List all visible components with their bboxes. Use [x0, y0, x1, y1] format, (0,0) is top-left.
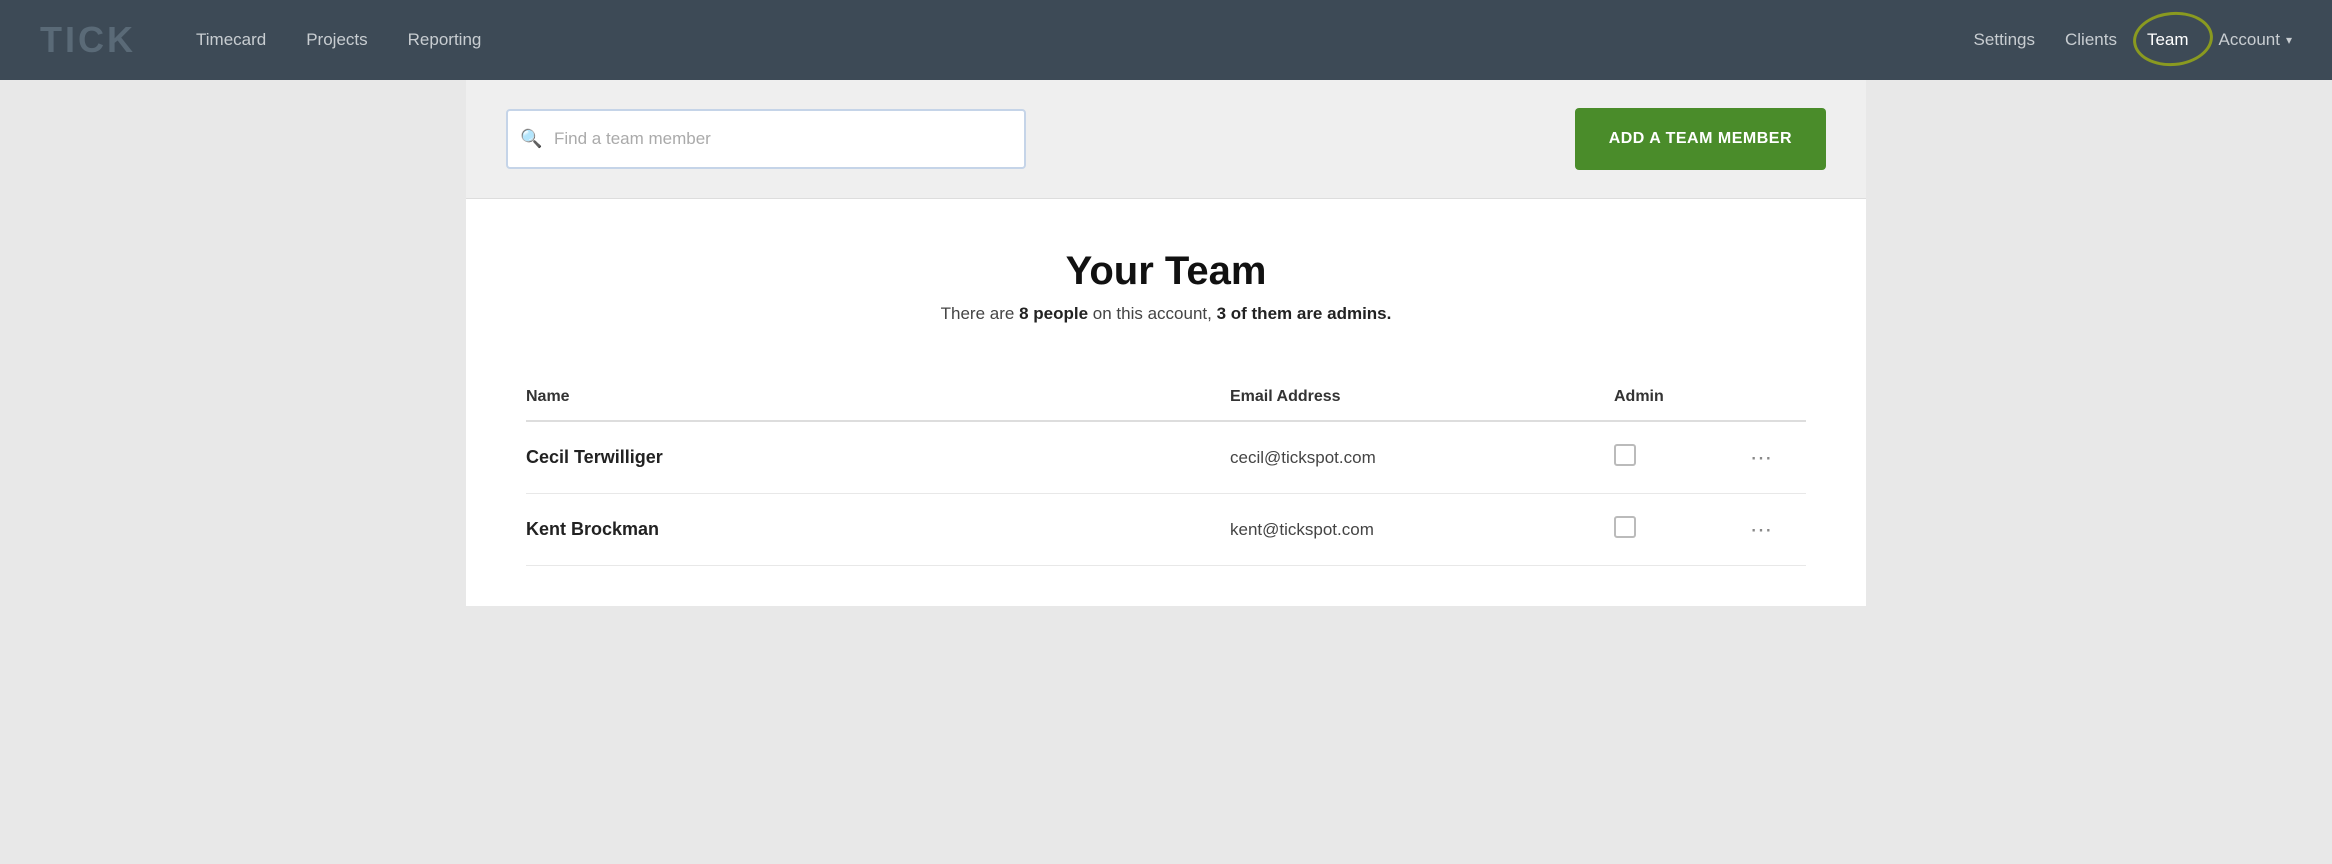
col-header-email: Email Address	[1230, 374, 1614, 421]
nav-links: Timecard Projects Reporting	[196, 30, 1974, 50]
subtext-prefix: There are	[941, 304, 1019, 323]
member-email: kent@tickspot.com	[1230, 494, 1614, 566]
member-email: cecil@tickspot.com	[1230, 421, 1614, 494]
page-title: Your Team	[526, 249, 1806, 294]
people-count: 8 people	[1019, 304, 1088, 323]
navbar-right: Settings Clients Team Account ▾	[1974, 30, 2292, 50]
nav-account-label: Account	[2219, 30, 2280, 50]
col-header-admin: Admin	[1614, 374, 1742, 421]
admin-count: 3 of them are admins.	[1217, 304, 1392, 323]
table-row: Kent Brockman kent@tickspot.com ⋯	[526, 494, 1806, 566]
search-wrapper: 🔍	[506, 109, 1026, 169]
app-logo: TICK	[40, 19, 136, 61]
add-team-member-button[interactable]: ADD A TEAM MEMBER	[1575, 108, 1826, 170]
search-icon: 🔍	[520, 129, 542, 150]
admin-checkbox[interactable]	[1614, 444, 1636, 466]
admin-checkbox-cell[interactable]	[1614, 494, 1742, 566]
team-table: Name Email Address Admin Cecil Terwillig…	[526, 374, 1806, 566]
more-actions-button[interactable]: ⋯	[1742, 517, 1782, 543]
team-heading: Your Team	[526, 249, 1806, 294]
content-wrapper: 🔍 ADD A TEAM MEMBER Your Team There are …	[466, 80, 1866, 606]
team-subtext: There are 8 people on this account, 3 of…	[526, 304, 1806, 324]
nav-clients[interactable]: Clients	[2065, 30, 2117, 50]
main-content: Your Team There are 8 people on this acc…	[466, 199, 1866, 606]
chevron-down-icon: ▾	[2286, 33, 2292, 47]
nav-settings[interactable]: Settings	[1974, 30, 2035, 50]
nav-account[interactable]: Account ▾	[2219, 30, 2292, 50]
admin-checkbox[interactable]	[1614, 516, 1636, 538]
search-section: 🔍 ADD A TEAM MEMBER	[466, 80, 1866, 199]
col-header-name: Name	[526, 374, 1230, 421]
nav-reporting[interactable]: Reporting	[408, 30, 482, 50]
page-background: TICK Timecard Projects Reporting Setting…	[0, 0, 2332, 864]
nav-timecard[interactable]: Timecard	[196, 30, 266, 50]
admin-checkbox-cell[interactable]	[1614, 421, 1742, 494]
navbar: TICK Timecard Projects Reporting Setting…	[0, 0, 2332, 80]
nav-team-label: Team	[2147, 30, 2189, 49]
table-row: Cecil Terwilliger cecil@tickspot.com ⋯	[526, 421, 1806, 494]
member-name: Cecil Terwilliger	[526, 421, 1230, 494]
subtext-middle: on this account,	[1088, 304, 1217, 323]
nav-team[interactable]: Team	[2147, 30, 2189, 50]
more-actions-cell[interactable]: ⋯	[1742, 421, 1806, 494]
nav-projects[interactable]: Projects	[306, 30, 367, 50]
member-name: Kent Brockman	[526, 494, 1230, 566]
more-actions-button[interactable]: ⋯	[1742, 445, 1782, 471]
table-header-row: Name Email Address Admin	[526, 374, 1806, 421]
search-input[interactable]	[506, 109, 1026, 169]
col-header-actions	[1742, 374, 1806, 421]
more-actions-cell[interactable]: ⋯	[1742, 494, 1806, 566]
